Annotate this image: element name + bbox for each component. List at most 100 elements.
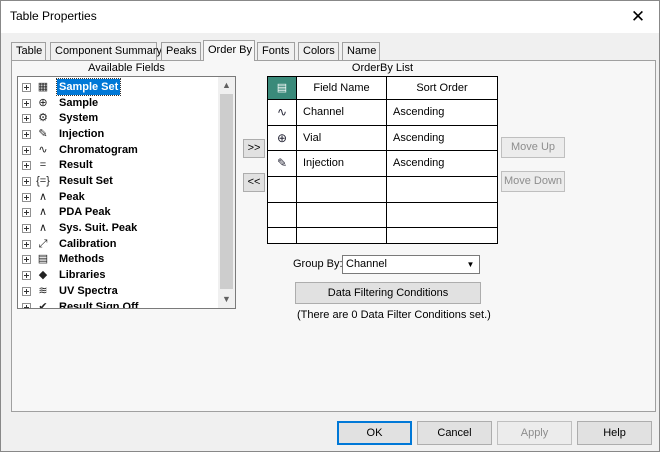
row-header[interactable] bbox=[268, 177, 297, 203]
list-header-icon: ▤ bbox=[268, 77, 296, 99]
available-fields-label: Available Fields bbox=[88, 62, 165, 74]
expand-icon[interactable] bbox=[22, 240, 31, 249]
window-title: Table Properties bbox=[10, 9, 97, 23]
grid-cell-field[interactable]: Injection bbox=[297, 151, 387, 177]
tab-order-by[interactable]: Order By bbox=[203, 40, 255, 61]
syringe-icon: ✎ bbox=[276, 156, 288, 170]
expand-icon[interactable] bbox=[22, 161, 31, 170]
tree-item-result-sign-off[interactable]: ✔ Result Sign Off bbox=[18, 299, 223, 309]
move-up-button[interactable]: Move Up bbox=[501, 137, 565, 158]
grid-cell-field[interactable] bbox=[297, 228, 387, 243]
column-header-field-name[interactable]: Field Name bbox=[297, 77, 387, 100]
tree-item-sys-suit-peak[interactable]: ∧ Sys. Suit. Peak bbox=[18, 220, 223, 236]
tree-item-sample[interactable]: ⊕ Sample bbox=[18, 95, 223, 111]
group-by-label: Group By: bbox=[293, 258, 343, 270]
expand-icon[interactable] bbox=[22, 130, 31, 139]
sign-off-icon: ✔ bbox=[38, 301, 48, 309]
move-down-button[interactable]: Move Down bbox=[501, 171, 565, 192]
expand-icon[interactable] bbox=[22, 287, 31, 296]
grid-cell-field[interactable]: Vial bbox=[297, 126, 387, 151]
pda-peak-icon: ∧ bbox=[38, 206, 48, 218]
tab-fonts[interactable]: Fonts bbox=[257, 42, 295, 60]
available-fields-tree[interactable]: ▦ Sample Set ⊕ Sample ⚙ System ✎ Injecti… bbox=[17, 76, 236, 309]
expand-icon[interactable] bbox=[22, 114, 31, 123]
tree-item-label: Result bbox=[59, 159, 93, 171]
tree-item-label: Chromatogram bbox=[59, 144, 138, 156]
tab-component-summary[interactable]: Component Summary bbox=[50, 42, 162, 60]
expand-icon[interactable] bbox=[22, 271, 31, 280]
tree-item-libraries[interactable]: ◆ Libraries bbox=[18, 267, 223, 283]
tree-item-label: Injection bbox=[59, 128, 105, 140]
tree-item-label: Libraries bbox=[59, 269, 106, 281]
orderby-grid[interactable]: ▤ Field Name Sort Order ∿ Channel Ascend… bbox=[267, 76, 498, 244]
tab-table[interactable]: Table bbox=[11, 42, 46, 60]
help-button[interactable]: Help bbox=[577, 421, 652, 445]
tree-item-label: Sample Set bbox=[55, 78, 122, 96]
tree-item-methods[interactable]: ▤ Methods bbox=[18, 251, 223, 267]
row-header[interactable] bbox=[268, 203, 297, 228]
tree-scrollbar[interactable]: ▲ ▼ bbox=[218, 77, 235, 308]
column-header-sort-order[interactable]: Sort Order bbox=[387, 77, 498, 100]
sample-set-icon: ▦ bbox=[37, 81, 49, 93]
tree-item-pda-peak[interactable]: ∧ PDA Peak bbox=[18, 204, 223, 220]
calibration-icon: ⤢ bbox=[38, 238, 48, 250]
tree-item-result-set[interactable]: {=} Result Set bbox=[18, 173, 223, 189]
remove-field-button[interactable]: << bbox=[243, 173, 265, 192]
uv-spectra-icon: ≋ bbox=[38, 285, 48, 297]
cancel-button[interactable]: Cancel bbox=[417, 421, 492, 445]
row-header[interactable]: ∿ bbox=[268, 100, 297, 126]
tree-item-system[interactable]: ⚙ System bbox=[18, 110, 223, 126]
chevron-down-icon[interactable]: ▼ bbox=[463, 257, 478, 272]
tree-item-sample-set[interactable]: ▦ Sample Set bbox=[18, 78, 223, 96]
tree-item-injection[interactable]: ✎ Injection bbox=[18, 126, 223, 142]
apply-button[interactable]: Apply bbox=[497, 421, 572, 445]
grid-cell-order[interactable]: Ascending bbox=[387, 151, 498, 177]
tree-item-chromatogram[interactable]: ∿ Chromatogram bbox=[18, 142, 223, 158]
table-properties-dialog: Table Properties ✕ Table Component Summa… bbox=[0, 0, 660, 452]
grid-cell-order[interactable]: Ascending bbox=[387, 126, 498, 151]
chromatogram-icon: ∿ bbox=[276, 105, 288, 119]
row-header[interactable]: ✎ bbox=[268, 151, 297, 177]
expand-icon[interactable] bbox=[22, 99, 31, 108]
grid-cell-field[interactable] bbox=[297, 177, 387, 203]
scroll-thumb[interactable] bbox=[220, 94, 233, 289]
libraries-icon: ◆ bbox=[38, 269, 48, 281]
filter-status-text: (There are 0 Data Filter Conditions set.… bbox=[297, 309, 491, 321]
expand-icon[interactable] bbox=[22, 208, 31, 217]
grid-cell-order[interactable] bbox=[387, 177, 498, 203]
tab-colors[interactable]: Colors bbox=[298, 42, 339, 60]
add-field-button[interactable]: >> bbox=[243, 139, 265, 158]
methods-icon: ▤ bbox=[37, 253, 49, 265]
data-filtering-conditions-button[interactable]: Data Filtering Conditions bbox=[295, 282, 481, 304]
tab-peaks[interactable]: Peaks bbox=[161, 42, 201, 60]
tree-item-uv-spectra[interactable]: ≋ UV Spectra bbox=[18, 283, 223, 299]
tree-item-label: System bbox=[59, 112, 99, 124]
grid-cell-order[interactable]: Ascending bbox=[387, 100, 498, 126]
group-by-select[interactable]: Channel ▼ bbox=[342, 255, 480, 274]
vial-icon: ⊕ bbox=[276, 131, 288, 145]
tree-item-peak[interactable]: ∧ Peak bbox=[18, 189, 223, 205]
expand-icon[interactable] bbox=[22, 177, 31, 186]
expand-icon[interactable] bbox=[22, 255, 31, 264]
expand-icon[interactable] bbox=[22, 193, 31, 202]
ok-button[interactable]: OK bbox=[337, 421, 412, 445]
scroll-up-icon[interactable]: ▲ bbox=[218, 77, 235, 94]
row-header[interactable] bbox=[268, 228, 297, 243]
expand-icon[interactable] bbox=[22, 224, 31, 233]
syringe-icon: ✎ bbox=[38, 128, 48, 140]
grid-cell-field[interactable] bbox=[297, 203, 387, 228]
expand-icon[interactable] bbox=[22, 146, 31, 155]
tree-item-calibration[interactable]: ⤢ Calibration bbox=[18, 236, 223, 252]
row-header[interactable]: ⊕ bbox=[268, 126, 297, 151]
grid-cell-field[interactable]: Channel bbox=[297, 100, 387, 126]
tree-item-label: Peak bbox=[59, 191, 85, 203]
expand-icon[interactable] bbox=[22, 83, 31, 92]
tree-item-label: PDA Peak bbox=[59, 206, 111, 218]
sys-suit-peak-icon: ∧ bbox=[38, 222, 48, 234]
grid-cell-order[interactable] bbox=[387, 203, 498, 228]
expand-icon[interactable] bbox=[22, 303, 31, 308]
tree-item-result[interactable]: = Result bbox=[18, 157, 223, 173]
scroll-down-icon[interactable]: ▼ bbox=[218, 291, 235, 308]
close-icon[interactable]: ✕ bbox=[623, 5, 653, 29]
tab-name[interactable]: Name bbox=[342, 42, 380, 60]
